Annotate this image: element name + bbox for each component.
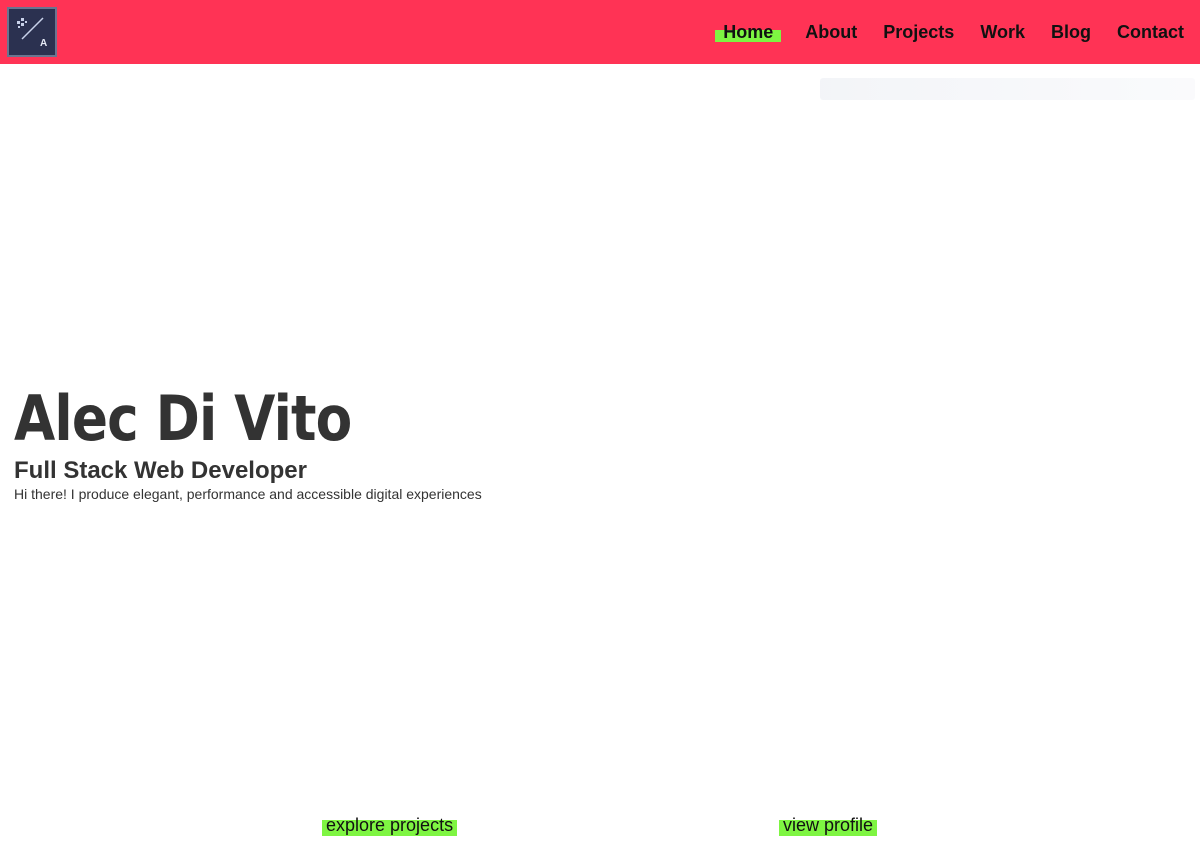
hero-role: Full Stack Web Developer: [14, 457, 307, 484]
main-nav: Home About Projects Work Blog Contact: [693, 0, 1186, 64]
nav-work[interactable]: Work: [978, 22, 1027, 42]
hero-tagline: Hi there! I produce elegant, performance…: [14, 486, 482, 502]
view-profile-link[interactable]: view profile: [779, 814, 878, 836]
explore-projects-link[interactable]: explore projects: [322, 814, 458, 836]
logo-letter: A: [40, 38, 47, 49]
hero-section: Alec Di Vito Full Stack Web Developer Hi…: [14, 382, 482, 502]
nav-projects[interactable]: Projects: [881, 22, 956, 42]
nav-contact[interactable]: Contact: [1115, 22, 1186, 42]
nav-about[interactable]: About: [803, 22, 859, 42]
site-monogram-logo-icon: A: [17, 17, 47, 49]
nav-home[interactable]: Home: [715, 22, 782, 42]
decorative-shadow: [820, 78, 1195, 100]
site-logo[interactable]: A: [7, 7, 57, 57]
nav-blog[interactable]: Blog: [1049, 22, 1093, 42]
hero-name: Alec Di Vito: [14, 382, 352, 455]
top-navbar: A Home About Projects Work Blog Contact: [0, 0, 1200, 64]
